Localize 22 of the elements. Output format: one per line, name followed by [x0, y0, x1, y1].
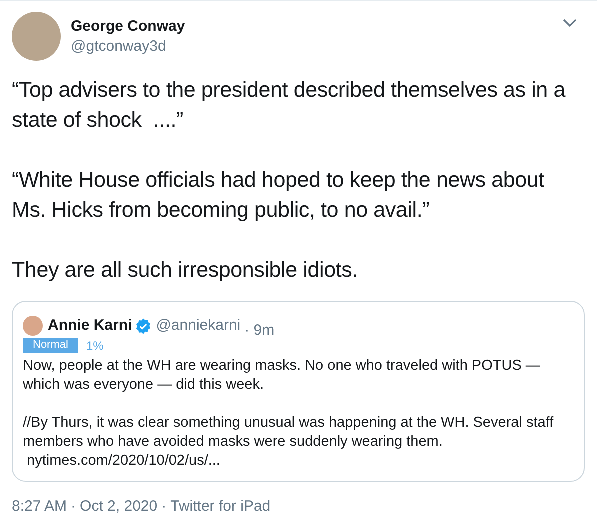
chevron-down-icon[interactable] — [563, 19, 577, 28]
tweet-text: They are all such irresponsible idiots. — [12, 257, 359, 284]
quoted-time: · 9m — [244, 321, 275, 341]
percent-label: 1% — [86, 338, 104, 354]
tweet-text: “Top advisers to the president described themselves as in a state of shock ....” — [12, 77, 567, 134]
author-name[interactable]: George Conway — [71, 17, 186, 37]
label-tag: Normal — [23, 338, 78, 353]
tweet-source[interactable]: Twitter for iPad — [170, 496, 271, 518]
tweet-date[interactable]: Oct 2, 2020 — [80, 496, 158, 518]
tweet-text: “White House officials had hoped to keep the news about Ms. Hicks from becoming public, to no avail.” — [12, 167, 546, 224]
quoted-text: Now, people at the WH are wearing masks. No one who traveled with POTUS — which was everyone — did this week. — [23, 356, 542, 394]
quoted-author-name: Annie Karni — [48, 316, 132, 336]
separator-dot: · — [71, 496, 76, 516]
quoted-text: //By Thurs, it was clear something unusual was happening at the WH. Several staff members who have avoided masks were suddenly wearing them. — [23, 414, 555, 452]
separator-dot: · — [162, 496, 167, 516]
tweet-time[interactable]: 8:27 AM — [12, 496, 68, 518]
article-link[interactable]: nytimes.com/2020/10/02/us/... — [27, 452, 574, 470]
quoted-tweet-card[interactable] — [12, 301, 585, 482]
author-handle[interactable]: @gtconway3d — [71, 37, 186, 57]
avatar[interactable] — [12, 12, 61, 61]
quoted-author-handle: @anniekarni — [156, 316, 241, 336]
quoted-avatar — [23, 316, 43, 336]
